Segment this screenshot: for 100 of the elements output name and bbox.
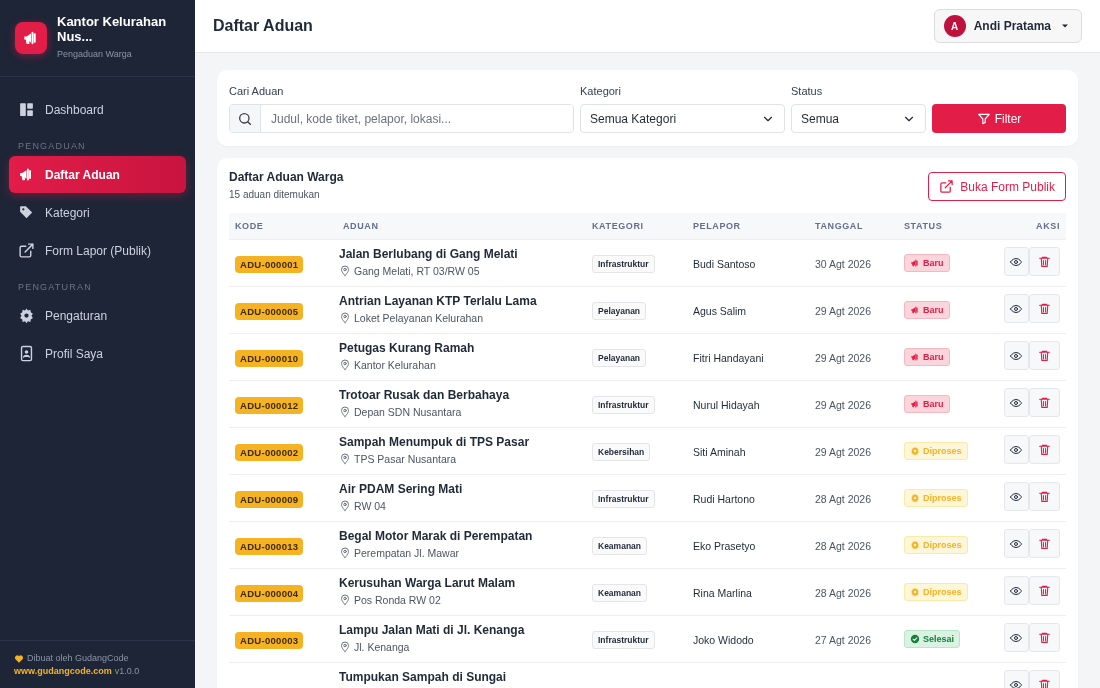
user-menu-button[interactable]: A Andi Pratama — [933, 9, 1082, 43]
map-pin-icon — [339, 265, 351, 277]
category-tag: Infrastruktur — [592, 396, 655, 414]
eye-icon — [1010, 349, 1023, 362]
external-link-icon — [18, 242, 35, 259]
category-dropdown[interactable]: Semua Kategori — [580, 104, 785, 133]
megaphone-icon — [910, 305, 920, 315]
eye-icon — [1010, 631, 1023, 644]
map-pin-icon — [339, 594, 351, 606]
eye-icon — [1010, 490, 1023, 503]
complaint-title: Antrian Layanan KTP Terlalu Lama — [339, 294, 538, 308]
map-pin-icon — [339, 406, 351, 418]
eye-icon — [1010, 584, 1023, 597]
delete-button[interactable] — [1028, 482, 1060, 511]
reporter-name: Budi Santoso — [693, 258, 756, 270]
date-text: 29 Agt 2026 — [815, 305, 872, 317]
trash-icon — [1037, 631, 1051, 644]
check-circle-icon — [910, 634, 920, 644]
sidebar-item[interactable]: Pengaturan — [9, 297, 186, 334]
map-pin-icon — [339, 453, 351, 465]
category-tag: Kebersihan — [592, 443, 651, 461]
category-tag: Pelayanan — [592, 349, 647, 367]
filter-button[interactable]: Filter — [932, 104, 1066, 133]
view-button[interactable] — [1004, 294, 1029, 323]
view-button[interactable] — [1004, 623, 1029, 652]
reporter-name: Fitri Handayani — [693, 352, 764, 364]
sidebar-item[interactable]: Form Lapor (Publik) — [9, 232, 186, 269]
status-dropdown[interactable]: Semua — [791, 104, 926, 133]
delete-button[interactable] — [1028, 341, 1060, 370]
sidebar-item[interactable]: Kategori — [9, 194, 186, 231]
complaint-title: Tumpukan Sampah di Sungai — [339, 670, 508, 684]
map-pin-icon — [339, 500, 351, 512]
map-pin-icon — [339, 359, 351, 371]
column-header: TANGGAL — [814, 221, 865, 231]
reporter-name: Nurul Hidayah — [693, 399, 760, 411]
location-text: TPS Pasar Nusantara — [354, 453, 457, 465]
open-public-form-button[interactable]: Buka Form Publik — [928, 172, 1066, 201]
view-button[interactable] — [1004, 482, 1029, 511]
sidebar-item[interactable]: Daftar Aduan — [9, 156, 186, 193]
location-text: Perempatan Jl. Mawar — [354, 547, 460, 559]
status-badge: Baru — [904, 395, 950, 413]
map-pin-icon — [339, 547, 351, 559]
search-field[interactable]: Judul, kode tiket, pelapor, lokasi... — [229, 104, 574, 133]
date-text: 28 Agt 2026 — [815, 540, 872, 552]
date-text: 28 Agt 2026 — [815, 493, 872, 505]
status-badge: Diproses — [904, 489, 968, 507]
megaphone-icon — [910, 399, 920, 409]
field-label: Status — [791, 85, 824, 97]
trash-icon — [1037, 255, 1051, 268]
status-badge: Baru — [904, 301, 950, 319]
heart-icon — [14, 653, 24, 664]
location-text: Kantor Kelurahan — [354, 359, 436, 371]
delete-button[interactable] — [1028, 623, 1060, 652]
gear-icon — [910, 540, 920, 550]
status-badge: Diproses — [904, 583, 968, 601]
complaint-title: Kerusuhan Warga Larut Malam — [339, 576, 517, 590]
reporter-name: Siti Aminah — [693, 446, 746, 458]
sidebar-item[interactable]: Dashboard — [9, 91, 186, 128]
section-heading: PENGATURAN — [17, 281, 93, 294]
delete-button[interactable] — [1028, 388, 1060, 417]
sidebar-item[interactable]: Profil Saya — [9, 335, 186, 372]
eye-icon — [1010, 396, 1023, 409]
status-badge: Baru — [904, 348, 950, 366]
view-button[interactable] — [1004, 388, 1029, 417]
category-tag: Infrastruktur — [592, 490, 655, 508]
status-badge: Baru — [904, 254, 950, 272]
view-button[interactable] — [1004, 341, 1029, 370]
status-badge: Selesai — [904, 630, 961, 648]
location-text: Depan SDN Nusantara — [354, 406, 462, 418]
avatar: A — [943, 15, 966, 37]
trash-icon — [1037, 537, 1051, 550]
column-header: ADUAN — [342, 221, 380, 231]
trash-icon — [1037, 490, 1051, 503]
trash-icon — [1037, 443, 1051, 456]
gear-icon — [910, 446, 920, 456]
column-header: PELAPOR — [692, 221, 742, 231]
delete-button[interactable] — [1028, 529, 1060, 558]
ticket-code-badge: ADU-000003 — [235, 631, 304, 649]
delete-button[interactable] — [1028, 576, 1060, 605]
trash-icon — [1037, 584, 1051, 597]
category-tag: Infrastruktur — [592, 631, 655, 649]
delete-button[interactable] — [1028, 435, 1060, 464]
gear-icon — [910, 587, 920, 597]
view-button[interactable] — [1004, 247, 1029, 276]
view-button[interactable] — [1004, 529, 1029, 558]
dashboard-icon — [18, 101, 35, 118]
ticket-code-badge: ADU-000009 — [235, 490, 304, 508]
view-button[interactable] — [1004, 576, 1029, 605]
website-link[interactable]: www.gudangcode.com — [14, 665, 112, 678]
ticket-code-badge: ADU-000005 — [235, 302, 304, 320]
filter-icon — [976, 111, 991, 126]
search-icon — [237, 110, 253, 127]
delete-button[interactable] — [1028, 247, 1060, 276]
megaphone-icon — [910, 352, 920, 362]
view-button[interactable] — [1004, 435, 1029, 464]
date-text: 29 Agt 2026 — [815, 352, 872, 364]
delete-button[interactable] — [1028, 294, 1060, 323]
complaint-title: Trotoar Rusak dan Berbahaya — [339, 388, 511, 402]
ticket-code-badge: ADU-000001 — [235, 255, 304, 273]
complaint-title: Air PDAM Sering Mati — [339, 482, 464, 496]
